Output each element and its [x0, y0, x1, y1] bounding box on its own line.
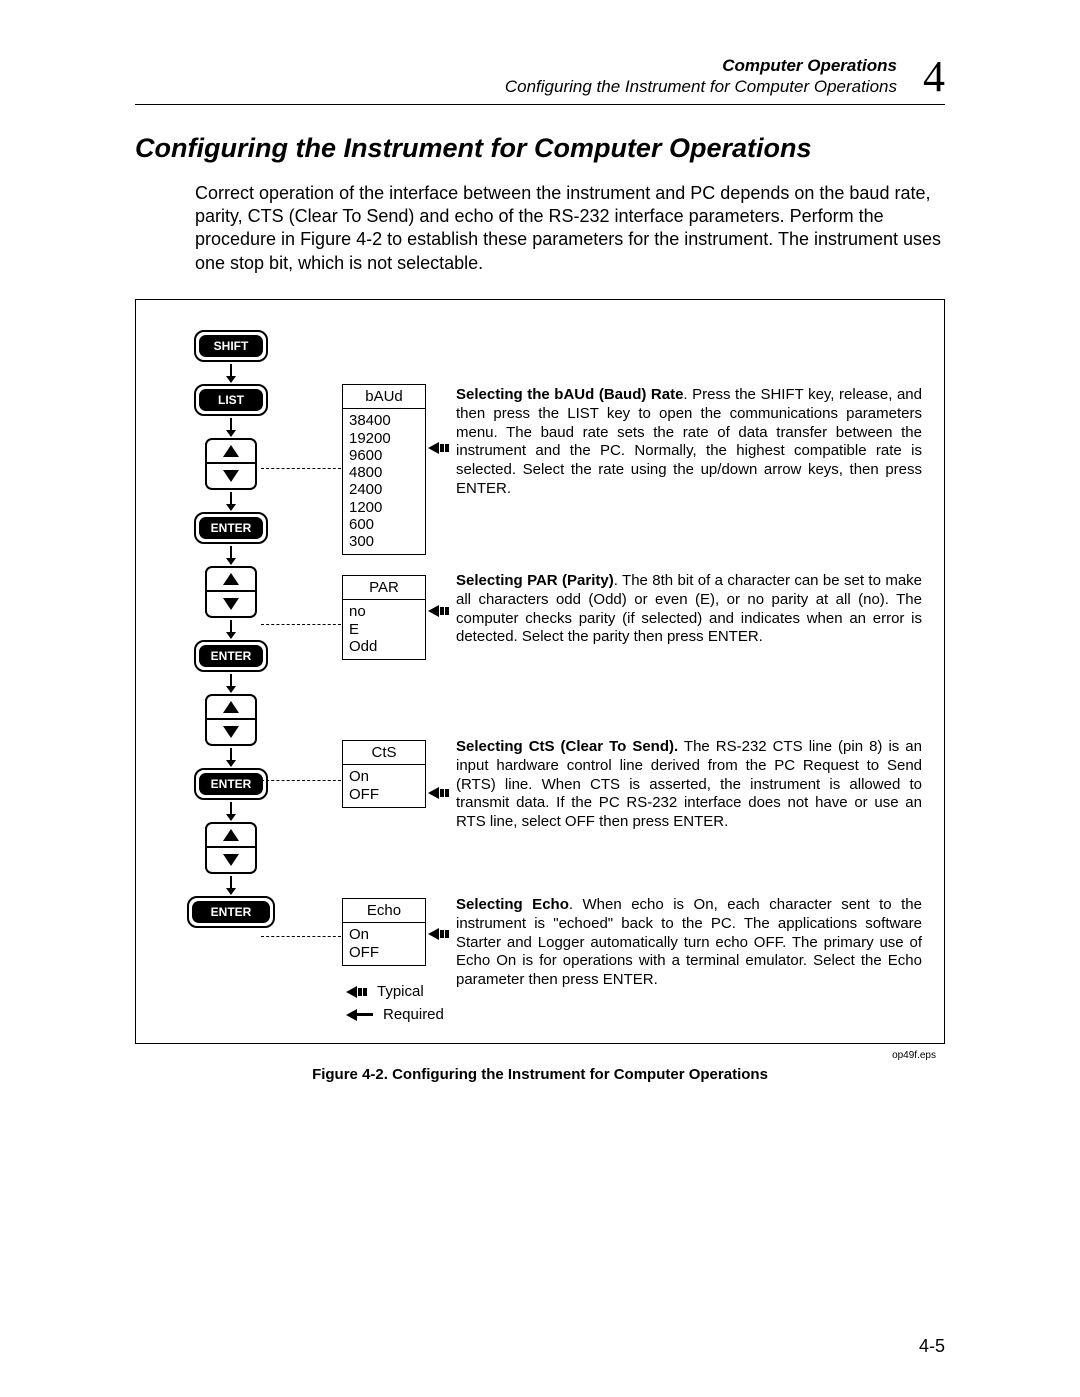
legend-typical-label: Typical — [377, 983, 424, 1000]
header-chapter-title: Computer Operations — [135, 55, 897, 76]
par-options-box: PAR no E Odd — [342, 575, 426, 660]
flow-arrow-down-icon — [230, 620, 232, 638]
baud-description: Selecting the bAUd (Baud) Rate. Press th… — [456, 386, 922, 499]
down-arrow-key — [205, 848, 257, 874]
arrow-legend: Typical Required — [346, 977, 444, 1023]
triangle-down-icon — [223, 598, 239, 610]
header-section-line: Configuring the Instrument for Computer … — [135, 76, 897, 97]
dashed-connector — [261, 780, 341, 781]
updown-keys — [205, 438, 257, 490]
par-desc-bold: Selecting PAR (Parity) — [456, 572, 614, 589]
triangle-down-icon — [223, 726, 239, 738]
legend-required-row: Required — [346, 1006, 444, 1023]
default-pointer-icon — [428, 605, 449, 617]
triangle-down-icon — [223, 470, 239, 482]
echo-options-values: On OFF — [343, 923, 425, 965]
default-pointer-icon — [428, 928, 449, 940]
list-key-label: LIST — [199, 389, 263, 411]
figure-caption: Figure 4-2. Configuring the Instrument f… — [135, 1066, 945, 1083]
page: Computer Operations Configuring the Inst… — [0, 0, 1080, 1123]
up-arrow-key — [205, 438, 257, 464]
chapter-number: 4 — [923, 49, 945, 104]
flow-arrow-down-icon — [230, 492, 232, 510]
shift-key: SHIFT — [194, 330, 268, 362]
up-arrow-key — [205, 566, 257, 592]
figure-box: SHIFT LIST ENTER — [135, 299, 945, 1044]
triangle-up-icon — [223, 445, 239, 457]
triangle-down-icon — [223, 854, 239, 866]
cts-options-values: On OFF — [343, 765, 425, 807]
down-arrow-key — [205, 464, 257, 490]
baud-options-values: 38400 19200 9600 4800 2400 1200 600 300 — [343, 409, 425, 554]
down-arrow-key — [205, 592, 257, 618]
flow-arrow-down-icon — [230, 674, 232, 692]
par-options-title: PAR — [343, 576, 425, 600]
flow-arrow-down-icon — [230, 876, 232, 894]
key-sequence-column: SHIFT LIST ENTER — [194, 330, 268, 928]
eps-filename-label: op49f.eps — [892, 1050, 936, 1061]
header-rule — [135, 104, 945, 105]
cts-description: Selecting CtS (Clear To Send). The RS-23… — [456, 738, 922, 832]
par-description: Selecting PAR (Parity). The 8th bit of a… — [456, 572, 922, 647]
baud-options-box: bAUd 38400 19200 9600 4800 2400 1200 600… — [342, 384, 426, 555]
up-arrow-key — [205, 822, 257, 848]
shift-key-label: SHIFT — [199, 335, 263, 357]
dashed-connector — [261, 936, 341, 937]
enter-key: ENTER — [187, 896, 275, 928]
up-arrow-key — [205, 694, 257, 720]
echo-options-title: Echo — [343, 899, 425, 923]
legend-typical-row: Typical — [346, 983, 444, 1000]
baud-desc-bold: Selecting the bAUd (Baud) Rate — [456, 386, 683, 403]
cts-desc-bold: Selecting CtS (Clear To Send). — [456, 738, 678, 755]
flow-arrow-down-icon — [230, 546, 232, 564]
enter-key: ENTER — [194, 640, 268, 672]
updown-keys — [205, 822, 257, 874]
dashed-connector — [261, 468, 341, 469]
dashed-connector — [261, 624, 341, 625]
enter-key: ENTER — [194, 768, 268, 800]
echo-desc-bold: Selecting Echo — [456, 896, 569, 913]
intro-paragraph: Correct operation of the interface betwe… — [195, 182, 945, 276]
flow-arrow-down-icon — [230, 364, 232, 382]
cts-options-title: CtS — [343, 741, 425, 765]
flow-arrow-down-icon — [230, 802, 232, 820]
page-number: 4-5 — [919, 1336, 945, 1357]
list-key: LIST — [194, 384, 268, 416]
par-options-values: no E Odd — [343, 600, 425, 659]
updown-keys — [205, 566, 257, 618]
cts-options-box: CtS On OFF — [342, 740, 426, 808]
flow-arrow-down-icon — [230, 748, 232, 766]
baud-options-title: bAUd — [343, 385, 425, 409]
down-arrow-key — [205, 720, 257, 746]
enter-key-label: ENTER — [199, 773, 263, 795]
section-title: Configuring the Instrument for Computer … — [135, 133, 945, 164]
enter-key-label: ENTER — [199, 645, 263, 667]
triangle-up-icon — [223, 701, 239, 713]
echo-options-box: Echo On OFF — [342, 898, 426, 966]
echo-description: Selecting Echo. When echo is On, each ch… — [456, 896, 922, 990]
legend-required-label: Required — [383, 1006, 444, 1023]
triangle-up-icon — [223, 829, 239, 841]
enter-key: ENTER — [194, 512, 268, 544]
flow-arrow-down-icon — [230, 418, 232, 436]
enter-key-label: ENTER — [199, 517, 263, 539]
default-pointer-icon — [428, 787, 449, 799]
running-header: Computer Operations Configuring the Inst… — [135, 55, 945, 98]
required-arrow-icon — [346, 1009, 373, 1021]
default-pointer-icon — [428, 442, 449, 454]
typical-arrow-icon — [346, 986, 367, 998]
updown-keys — [205, 694, 257, 746]
enter-key-label: ENTER — [192, 901, 270, 923]
triangle-up-icon — [223, 573, 239, 585]
